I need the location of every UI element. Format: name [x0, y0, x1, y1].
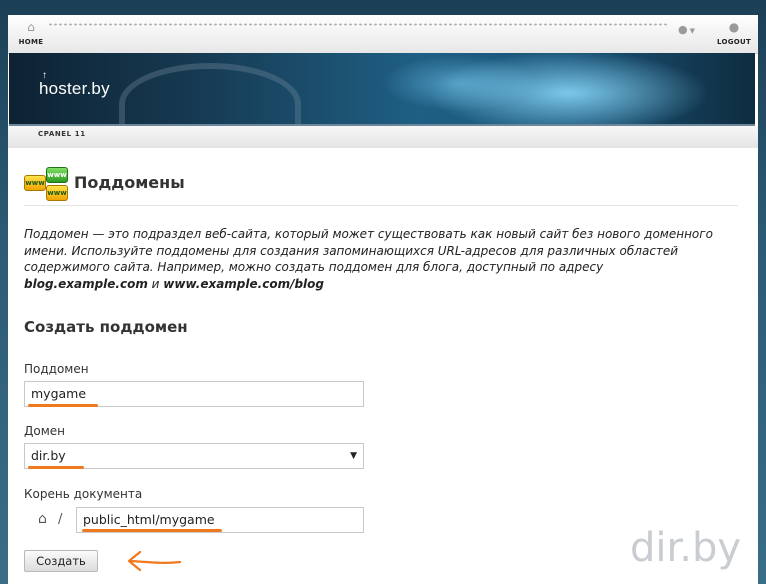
cpanel-strip: CPANEL 11: [8, 126, 758, 148]
create-subdomain-button[interactable]: Создать: [24, 550, 98, 572]
docroot-prefix: /: [58, 512, 63, 527]
annotation-underline: [28, 404, 98, 407]
dotted-divider: [48, 23, 668, 26]
chevron-down-icon: ▼: [350, 451, 357, 461]
form-title: Создать поддомен: [24, 318, 188, 336]
domain-value: dir.by: [31, 448, 66, 463]
home-icon: ⌂: [27, 20, 35, 34]
hoster-logo: ↑ hoster.by: [39, 70, 110, 98]
watermark: dir.by: [620, 524, 751, 572]
subdomain-label: Поддомен: [24, 362, 89, 376]
docroot-label: Корень документа: [24, 487, 143, 501]
home-button[interactable]: ⌂ HOME: [16, 21, 46, 49]
divider: [24, 205, 738, 206]
top-bar: ⌂ HOME ● ▼ ● LOGOUT: [8, 15, 758, 54]
cpanel-page: ⌂ HOME ● ▼ ● LOGOUT ↑ hoster.by CPANEL 11…: [8, 15, 758, 584]
docroot-value: public_html/mygame: [83, 512, 215, 527]
subdomain-value: mygame: [31, 386, 87, 401]
example-url-1: blog.example.com: [24, 276, 148, 291]
logout-icon: ●: [728, 20, 740, 34]
page-title: Поддомены: [74, 173, 185, 192]
hoster-banner: ↑ hoster.by: [9, 53, 755, 145]
annotation-underline: [82, 529, 222, 532]
domain-label: Домен: [24, 424, 65, 438]
www-icon: www www www: [24, 167, 68, 201]
logout-button[interactable]: ● LOGOUT: [716, 21, 752, 49]
chevron-down-icon: ▼: [689, 27, 695, 35]
annotation-underline: [28, 466, 84, 469]
home-icon: ⌂: [38, 511, 47, 527]
cpanel-version-label: CPANEL 11: [38, 130, 86, 138]
logout-label: LOGOUT: [716, 38, 752, 46]
hoster-logo-text: hoster.by: [39, 79, 110, 98]
user-menu[interactable]: ● ▼: [678, 23, 695, 36]
example-url-2: www.example.com/blog: [163, 276, 324, 291]
page-description: Поддомен — это подраздел веб-сайта, кото…: [24, 227, 713, 291]
annotation-arrow-icon: [127, 550, 182, 572]
home-label: HOME: [18, 38, 44, 46]
user-icon: ●: [678, 23, 688, 36]
